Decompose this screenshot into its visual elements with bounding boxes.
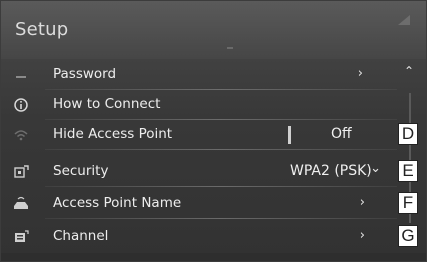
chevron-right-icon: › [357,66,363,81]
row-separator [45,186,397,187]
row-access-point-name[interactable]: Access Point Name › [1,189,397,219]
header: Setup [1,1,426,59]
row-password[interactable]: Password › [1,60,397,90]
security-icon [14,165,29,178]
row-channel[interactable]: Channel › [1,222,397,252]
row-label: Security [53,163,109,179]
chevron-right-icon: › [359,195,365,210]
row-security[interactable]: Security WPA2 (PSK) ⌄ [1,157,397,187]
callout-g: G [398,225,418,247]
row-label: Access Point Name [53,195,182,211]
row-label: Hide Access Point [53,126,173,142]
callout-e: E [398,160,418,182]
row-separator [45,218,397,219]
lock-icon [16,76,26,78]
bottom-strip [1,253,426,261]
toggle-indicator [288,126,291,144]
header-divider [227,47,233,49]
page-title: Setup [15,19,69,40]
chevron-down-icon[interactable]: ⌄ [370,161,381,176]
security-value: WPA2 (PSK) [290,163,372,179]
car-wifi-icon [14,196,28,209]
chevron-right-icon: › [359,228,365,243]
callout-d: D [398,123,418,145]
callout-f: F [398,192,418,214]
row-how-to-connect[interactable]: How to Connect [1,90,397,120]
row-label: How to Connect [53,96,161,112]
row-hide-access-point[interactable]: Hide Access Point Off [1,120,397,150]
toggle-value[interactable]: Off [331,126,352,142]
row-separator [45,149,397,150]
scroll-up-icon[interactable]: ⌃ [404,64,414,78]
info-icon [14,98,28,112]
wifi-icon [14,130,28,141]
channel-icon [15,230,29,242]
row-label: Password [53,66,117,82]
signal-icon [398,15,410,25]
setup-screen: Setup Password › How to Connect Hide Acc… [0,0,427,262]
row-label: Channel [53,228,109,244]
